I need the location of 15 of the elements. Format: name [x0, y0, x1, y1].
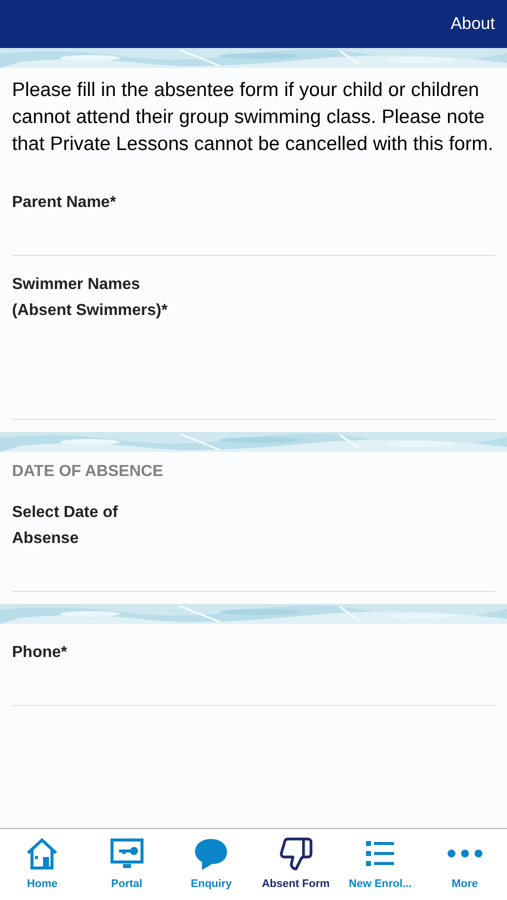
intro-text: Please fill in the absentee form if your child or children cannot attend their group swimming class. Please note that Private Lessons cannot be cancelled with this form.	[11, 78, 494, 157]
about-link[interactable]: About	[450, 11, 495, 37]
field-label: Parent Name*	[12, 193, 118, 213]
section-heading: DATE OF ABSENCE	[11, 462, 164, 482]
tab[interactable]: Enquiry	[169, 829, 254, 900]
tab[interactable]: Portal	[84, 829, 169, 900]
field-label: Select Date of Absense	[12, 503, 119, 549]
tab[interactable]: More	[422, 829, 507, 900]
thumbs-down-icon	[278, 836, 314, 872]
field-label: Phone*	[12, 643, 68, 663]
field-label: Swimmer Names (Absent Swimmers)*	[12, 275, 169, 321]
more-icon	[446, 849, 483, 858]
tab[interactable]: New Enrol...	[338, 829, 422, 900]
tab[interactable]: Home	[0, 829, 84, 900]
tab[interactable]: Absent Form	[254, 829, 338, 900]
